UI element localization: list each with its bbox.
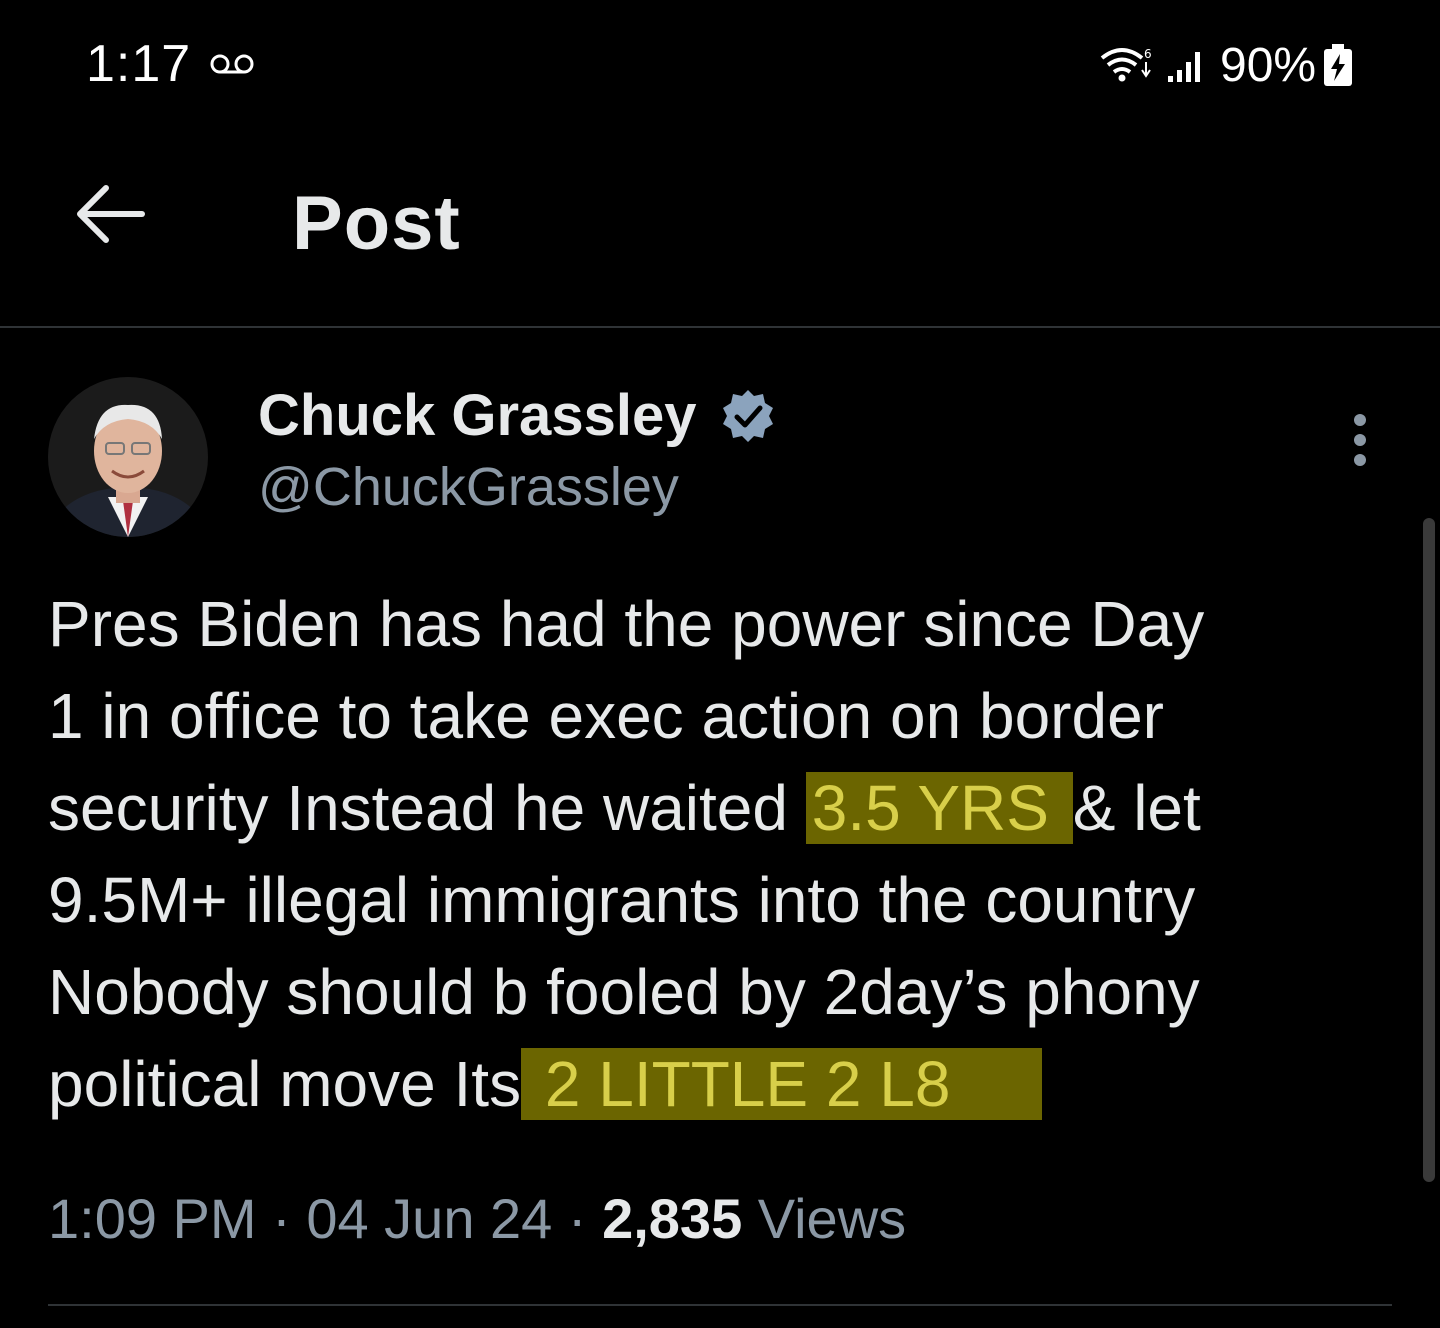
back-button[interactable] xyxy=(70,180,160,260)
more-options-button[interactable] xyxy=(1330,408,1390,478)
status-time: 1:17 xyxy=(86,35,192,93)
voicemail-icon xyxy=(210,52,256,81)
post-text-segment: & let xyxy=(1072,772,1201,844)
post-text-segment: security Instead he waited xyxy=(48,772,806,844)
svg-text:6: 6 xyxy=(1144,47,1152,61)
post-text-line: political move Its 2 LITTLE 2 L8 xyxy=(48,1038,1408,1130)
header-divider xyxy=(0,326,1440,328)
top-app-bar: Post xyxy=(0,150,1440,326)
post-meta: 1:09 PM · 04 Jun 24 · 2,835 Views xyxy=(48,1186,906,1251)
post-text-line: security Instead he waited 3.5 YRS & let xyxy=(48,762,1408,854)
post-text-line: Pres Biden has had the power since Day xyxy=(48,588,1205,660)
highlighted-text: 3.5 YRS xyxy=(805,772,1073,844)
verified-badge-icon xyxy=(720,388,776,449)
post-date[interactable]: 04 Jun 24 xyxy=(306,1187,552,1250)
more-vertical-icon xyxy=(1354,414,1366,466)
author-name[interactable]: Chuck Grassley xyxy=(258,382,696,449)
status-bar: 1:17 6 90% xyxy=(0,0,1440,130)
signal-icon xyxy=(1166,48,1206,89)
highlighted-text: 2 LITTLE 2 L8 xyxy=(521,1048,1043,1120)
post-text: Pres Biden has had the power since Day 1… xyxy=(48,578,1408,1130)
author-handle[interactable]: @ChuckGrassley xyxy=(258,456,679,518)
scrollbar[interactable] xyxy=(1423,518,1435,1182)
avatar[interactable] xyxy=(48,377,208,537)
post-text-line: 1 in office to take exec action on borde… xyxy=(48,680,1164,752)
arrow-left-icon xyxy=(77,185,145,243)
bottom-divider xyxy=(48,1304,1392,1306)
wifi-icon: 6 xyxy=(1098,44,1158,89)
battery-percent: 90% xyxy=(1220,39,1317,92)
post-text-segment: political move Its xyxy=(48,1048,522,1120)
separator: · xyxy=(552,1187,603,1250)
separator: · xyxy=(256,1187,307,1250)
views-count[interactable]: 2,835 xyxy=(602,1187,742,1250)
views-label: Views xyxy=(742,1187,907,1250)
post-text-line: 9.5M+ illegal immigrants into the countr… xyxy=(48,864,1196,936)
post-time[interactable]: 1:09 PM xyxy=(48,1187,257,1250)
page-title: Post xyxy=(292,181,461,266)
post-text-line: Nobody should b fooled by 2day’s phony xyxy=(48,956,1200,1028)
battery-charging-icon xyxy=(1322,44,1354,93)
